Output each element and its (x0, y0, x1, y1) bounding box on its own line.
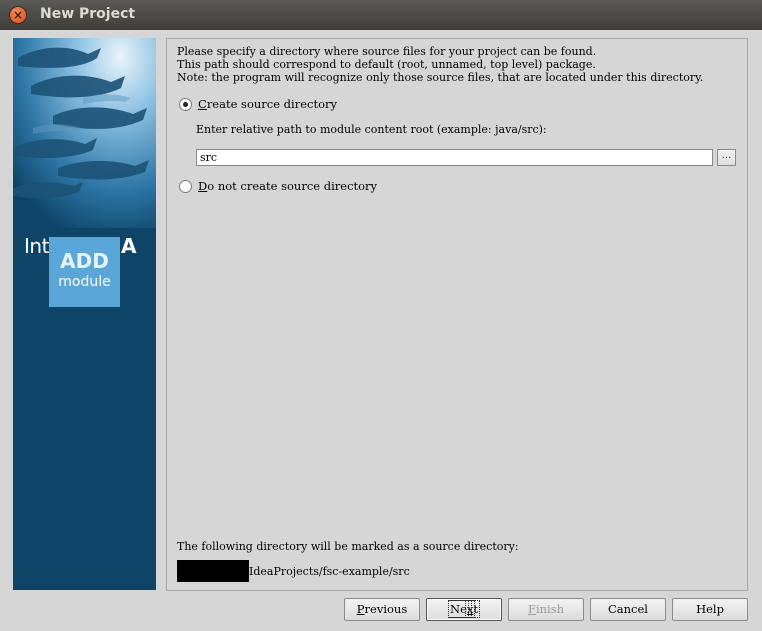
next-button[interactable]: Next (426, 598, 502, 621)
do-not-create-label: Do not create source directory (198, 179, 378, 193)
relative-path-label: Enter relative path to module content ro… (196, 123, 547, 136)
relative-path-input[interactable]: src (196, 149, 713, 166)
finish-button[interactable]: Finish (508, 598, 584, 621)
do-not-create-radio[interactable] (179, 179, 192, 193)
do-not-create-option[interactable]: Do not create source directory (179, 179, 377, 193)
instruction-line-2: This path should correspond to default (… (177, 58, 596, 71)
wizard-banner: IntelliJIDEA ADD module (13, 38, 156, 590)
close-icon[interactable]: × (10, 7, 26, 23)
instruction-line-3: Note: the program will recognize only th… (177, 71, 704, 84)
source-directory-path-text: IdeaProjects/fsc-example/src (249, 564, 410, 578)
browse-button[interactable]: ... (717, 149, 736, 166)
previous-button[interactable]: Previous (344, 598, 420, 621)
create-source-directory-option[interactable]: Create source directory (179, 97, 337, 111)
create-source-directory-radio[interactable] (179, 97, 192, 111)
redacted-path-block (177, 560, 249, 582)
title-bar: × New Project (0, 0, 762, 30)
instructions-text: Please specify a directory where source … (177, 45, 703, 84)
new-project-dialog: × New Project ADD module Please specify … (0, 0, 762, 631)
cancel-button[interactable]: Cancel (590, 598, 666, 621)
help-button[interactable]: Help (672, 598, 748, 621)
add-module-badge: ADD module (49, 237, 120, 307)
window-title: New Project (40, 6, 136, 22)
dolphins-illustration (13, 38, 156, 228)
instruction-line-1: Please specify a directory where source … (177, 45, 597, 58)
content-panel: Please specify a directory where source … (166, 38, 748, 591)
source-directory-path: IdeaProjects/fsc-example/src (177, 560, 410, 582)
source-directory-label: The following directory will be marked a… (177, 540, 519, 553)
badge-add-text: ADD (60, 249, 109, 273)
next-button-label: Next (448, 600, 480, 618)
create-source-directory-label: Create source directory (198, 97, 338, 111)
badge-module-text: module (58, 274, 111, 290)
